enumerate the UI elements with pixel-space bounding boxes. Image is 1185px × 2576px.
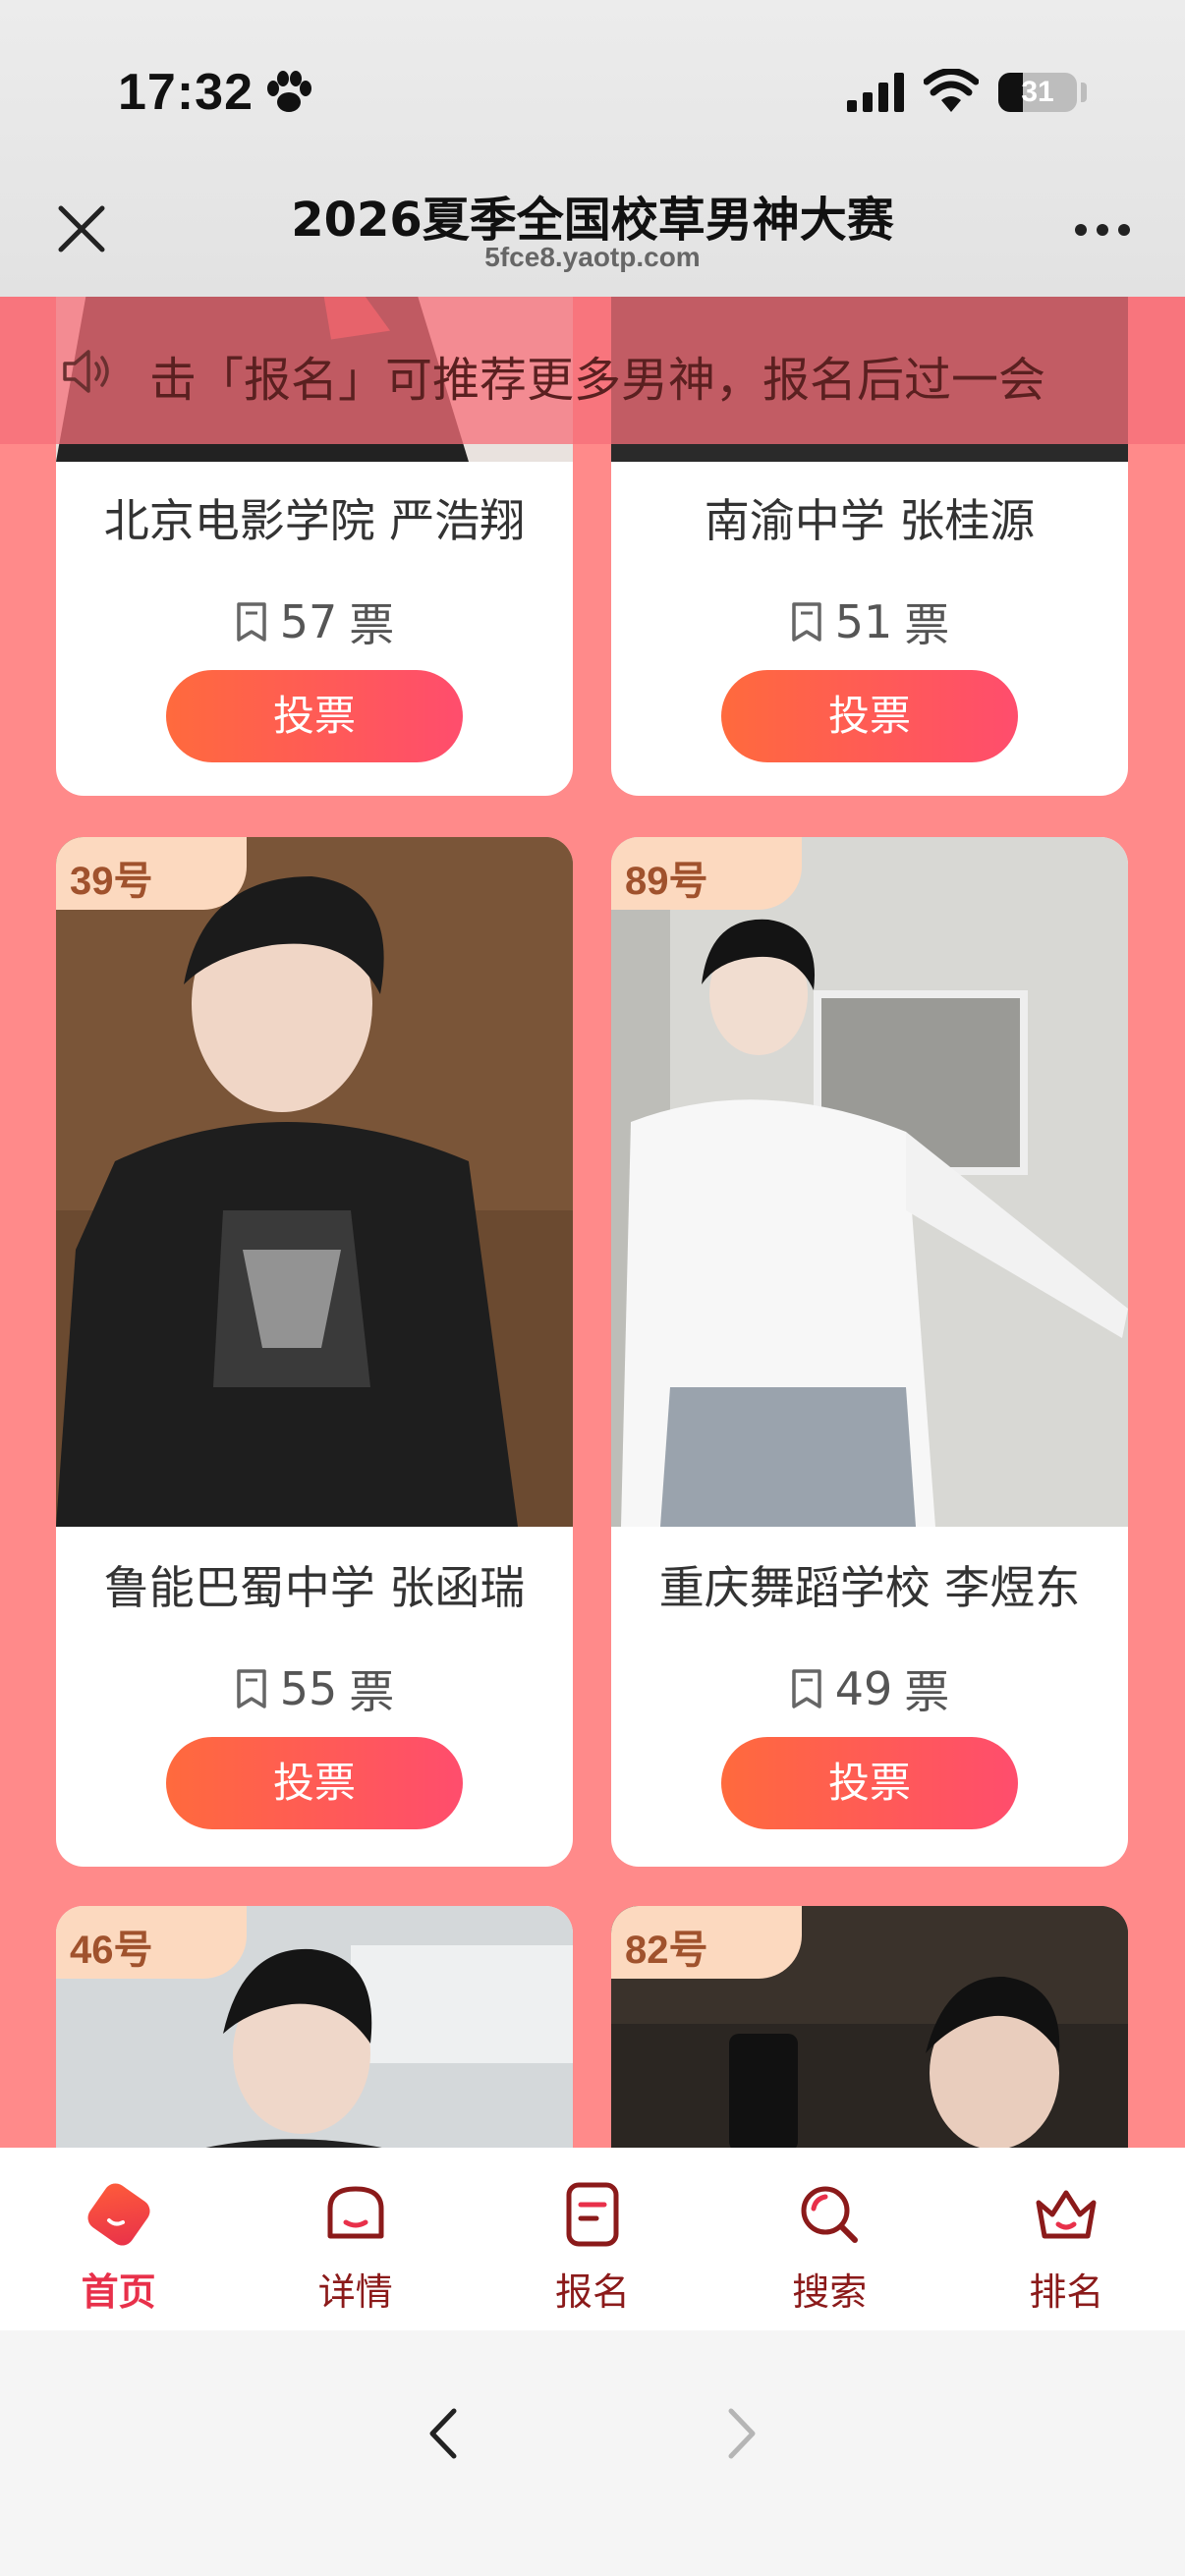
forward-arrow-icon[interactable] (713, 2399, 772, 2468)
tab-search[interactable]: 搜索 (711, 2148, 948, 2330)
back-arrow-icon[interactable] (413, 2399, 472, 2468)
contestant-number-badge: 89号 (611, 837, 802, 910)
battery-level: 31 (1021, 76, 1054, 108)
vote-number: 51 (834, 595, 893, 648)
vote-button[interactable]: 投票 (721, 670, 1018, 762)
page-url: 5fce8.yaotp.com (484, 242, 701, 272)
tab-label: 搜索 (792, 2270, 868, 2314)
more-options-icon[interactable] (1073, 220, 1132, 240)
contestant-photo[interactable] (611, 837, 1128, 1527)
home-icon (87, 2183, 150, 2246)
notice-text: 击「报名」可推荐更多男神，报名后过一会 (149, 353, 1046, 408)
contestant-number-badge: 82号 (611, 1906, 802, 1979)
vote-unit: 票 (904, 1665, 950, 1718)
tab-label: 排名 (1029, 2270, 1104, 2314)
battery-cap (1081, 83, 1087, 102)
signup-icon (566, 2182, 619, 2247)
vote-unit: 票 (349, 1665, 395, 1718)
battery-indicator: 31 (998, 73, 1077, 112)
contestant-card[interactable]: 39号 鲁能巴蜀中学 张函瑞 55 票 投票 (56, 837, 573, 1867)
contestant-name: 重庆舞蹈学校 李煜东 (658, 1561, 1081, 1614)
search-icon (801, 2186, 859, 2243)
tab-label: 详情 (317, 2270, 393, 2314)
tab-signup[interactable]: 报名 (474, 2148, 710, 2330)
vote-count: 51 票 (611, 589, 1128, 654)
contestant-name: 北京电影学院 严浩翔 (103, 494, 526, 547)
browser-header: 17:32 31 2026夏季全国校草男神大赛 5fce8.yaotp.com (0, 0, 1185, 297)
contestant-card[interactable]: 89号 重庆舞蹈学校 李煜东 49 票 投票 (611, 837, 1128, 1867)
page-title: 2026夏季全国校草男神大赛 (291, 193, 894, 248)
contestant-number-badge: 39号 (56, 837, 247, 910)
crown-icon (1036, 2190, 1097, 2239)
tab-ranking[interactable]: 排名 (948, 2148, 1185, 2330)
bottom-tab-bar: 首页 详情 报名 搜索 排名 (0, 2148, 1185, 2330)
paw-icon (267, 71, 311, 112)
contestant-number-badge: 46号 (56, 1906, 247, 1979)
vote-number: 57 (279, 595, 338, 648)
close-icon[interactable] (57, 204, 106, 253)
vote-unit: 票 (904, 598, 950, 651)
contestant-card[interactable]: 82号 (611, 1906, 1128, 2148)
ticket-icon (791, 1669, 821, 1708)
contestant-card[interactable]: 46号 (56, 1906, 573, 2148)
vote-unit: 票 (349, 598, 395, 651)
contestant-name: 南渝中学 张桂源 (704, 494, 1036, 547)
tab-label: 报名 (555, 2270, 631, 2314)
notice-marquee: 击「报名」可推荐更多男神，报名后过一会 (0, 297, 1185, 444)
status-time: 17:32 (118, 64, 254, 121)
speaker-icon (63, 350, 109, 393)
tab-details[interactable]: 详情 (237, 2148, 474, 2330)
vote-count: 49 票 (611, 1656, 1128, 1721)
details-icon (327, 2186, 384, 2239)
contestant-name: 鲁能巴蜀中学 张函瑞 (103, 1561, 526, 1614)
cellular-signal-icon (847, 73, 904, 112)
tab-label: 首页 (81, 2270, 156, 2314)
tab-home[interactable]: 首页 (0, 2148, 237, 2330)
ticket-icon (236, 1669, 266, 1708)
vote-button[interactable]: 投票 (166, 1737, 463, 1829)
wifi-icon (924, 69, 979, 112)
vote-button[interactable]: 投票 (166, 670, 463, 762)
contestant-photo[interactable] (56, 837, 573, 1527)
vote-number: 55 (279, 1662, 338, 1715)
ticket-icon (236, 602, 266, 642)
ticket-icon (791, 602, 821, 642)
vote-button[interactable]: 投票 (721, 1737, 1018, 1829)
browser-toolbar (0, 2330, 1185, 2576)
vote-number: 49 (834, 1662, 893, 1715)
vote-count: 57 票 (56, 589, 573, 654)
vote-count: 55 票 (56, 1656, 573, 1721)
